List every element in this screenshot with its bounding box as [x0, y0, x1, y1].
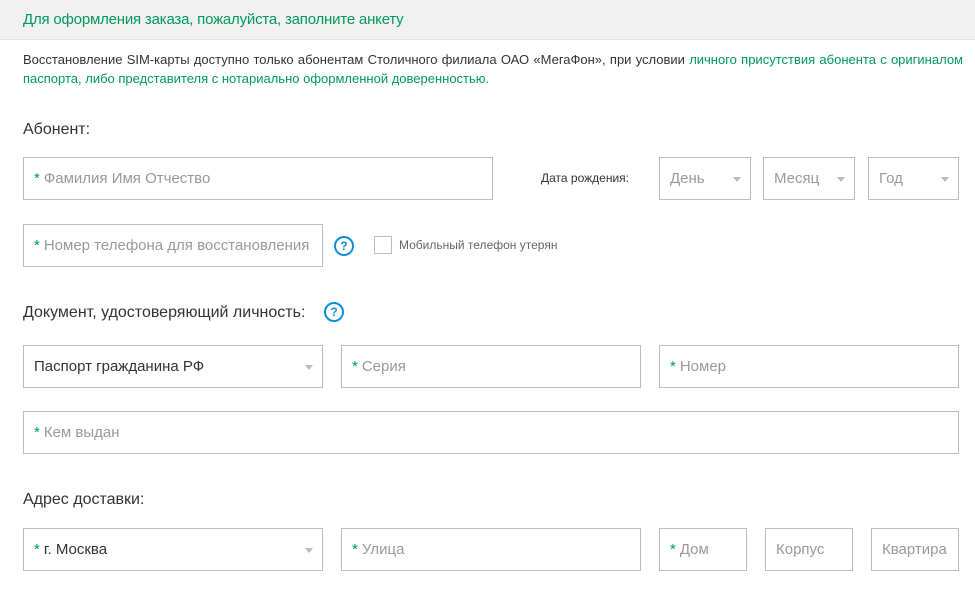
city-select[interactable]: * г. Москва — [23, 528, 323, 571]
required-marker: * — [34, 237, 40, 254]
form-header: Для оформления заказа, пожалуйста, запол… — [0, 0, 975, 40]
birth-year-placeholder: Год — [879, 170, 903, 187]
restore-notice: Восстановление SIM-карты доступно только… — [23, 50, 963, 88]
birth-day-placeholder: День — [670, 170, 705, 187]
birth-month-select[interactable]: Месяц — [763, 157, 855, 200]
street-placeholder: Улица — [361, 541, 405, 558]
chevron-down-icon — [733, 177, 741, 182]
chevron-down-icon — [941, 177, 949, 182]
house-placeholder: Дом — [679, 541, 709, 558]
required-marker: * — [34, 170, 40, 187]
required-marker: * — [670, 541, 676, 558]
phone-lost-label[interactable]: Мобильный телефон утерян — [399, 238, 557, 252]
chevron-down-icon — [837, 177, 845, 182]
required-marker: * — [34, 541, 40, 558]
street-input[interactable]: * Улица — [341, 528, 641, 571]
passport-number-placeholder: Номер — [679, 358, 727, 375]
delivery-section-title: Адрес доставки: — [23, 491, 145, 508]
subscriber-section-title: Абонент: — [23, 121, 91, 138]
document-type-select[interactable]: Паспорт гражданина РФ — [23, 345, 323, 388]
issued-by-placeholder: Кем выдан — [43, 424, 120, 441]
document-section-title: Документ, удостоверяющий личность: — [23, 304, 306, 321]
house-input[interactable]: * Дом — [659, 528, 747, 571]
document-help-icon[interactable]: ? — [324, 302, 344, 322]
form-header-title: Для оформления заказа, пожалуйста, запол… — [23, 11, 404, 28]
apartment-input[interactable]: Квартира — [871, 528, 959, 571]
full-name-placeholder: Фамилия Имя Отчество — [43, 170, 211, 187]
notice-text: Восстановление SIM-карты доступно только… — [23, 52, 690, 67]
apartment-placeholder: Квартира — [882, 541, 947, 558]
required-marker: * — [352, 541, 358, 558]
passport-series-input[interactable]: * Серия — [341, 345, 641, 388]
chevron-down-icon — [305, 548, 313, 553]
required-marker: * — [34, 424, 40, 441]
document-type-value: Паспорт гражданина РФ — [34, 358, 205, 375]
birth-year-select[interactable]: Год — [868, 157, 959, 200]
full-name-input[interactable]: * Фамилия Имя Отчество — [23, 157, 493, 200]
restore-phone-placeholder: Номер телефона для восстановления — [43, 237, 310, 254]
required-marker: * — [352, 358, 358, 375]
required-marker: * — [670, 358, 676, 375]
city-value: г. Москва — [43, 541, 108, 558]
issued-by-input[interactable]: * Кем выдан — [23, 411, 959, 454]
building-placeholder: Корпус — [776, 541, 825, 558]
building-input[interactable]: Корпус — [765, 528, 853, 571]
birth-month-placeholder: Месяц — [774, 170, 820, 187]
passport-number-input[interactable]: * Номер — [659, 345, 959, 388]
notice-text-end: . — [485, 71, 490, 86]
phone-help-icon[interactable]: ? — [334, 236, 354, 256]
birth-day-select[interactable]: День — [659, 157, 751, 200]
chevron-down-icon — [305, 365, 313, 370]
restore-phone-input[interactable]: * Номер телефона для восстановления — [23, 224, 323, 267]
passport-series-placeholder: Серия — [361, 358, 406, 375]
phone-lost-checkbox[interactable] — [374, 236, 392, 254]
birth-date-label: Дата рождения: — [541, 171, 629, 185]
